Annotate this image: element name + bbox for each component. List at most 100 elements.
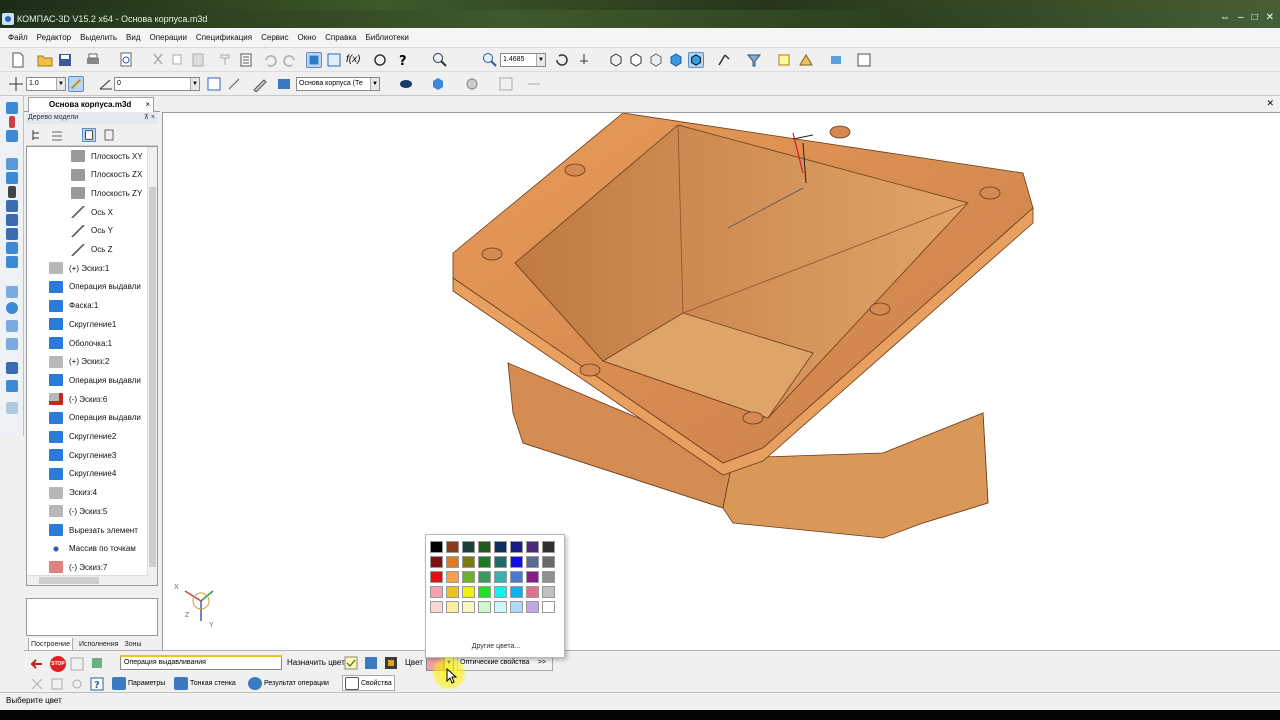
color-swatch-10[interactable] [462,556,475,568]
surface-body-icon[interactable] [398,76,414,92]
menu-window[interactable]: Окно [298,33,317,42]
extrude-tool-icon[interactable] [6,130,18,142]
color-swatch-22[interactable] [526,571,539,583]
color-swatch-21[interactable] [510,571,523,583]
color-swatch-25[interactable] [446,586,459,598]
chevron-down-icon[interactable]: ▼ [536,54,545,66]
pin-icon[interactable]: ⊼ × [144,112,155,124]
maximize-button[interactable]: □ [1252,12,1258,23]
tree-item[interactable]: Массив по точкам [49,540,136,558]
model-viewport[interactable]: X Z Y [162,112,1280,650]
color-swatch-2[interactable] [462,541,475,553]
color-swatch-24[interactable] [430,586,443,598]
measure-icon[interactable] [6,200,18,212]
tree-item[interactable]: Скругление3 [49,446,116,464]
tree-item[interactable]: Фаска:1 [49,297,98,315]
color-swatch-12[interactable] [494,556,507,568]
color-swatch-18[interactable] [462,571,475,583]
angle-field[interactable]: 0 ▼ [114,77,200,91]
menu-libraries[interactable]: Библиотеки [365,33,408,42]
tree-item[interactable]: Операция выдавли [49,371,141,389]
chevron-down-icon[interactable]: ▼ [190,78,199,90]
zoom-value-field[interactable]: 1.4685 ▼ [500,53,546,67]
grid-toggle-icon[interactable] [70,657,84,671]
tree-vertical-scrollbar[interactable] [147,147,157,585]
color-swatch-38[interactable] [526,601,539,613]
hidden-lines-icon[interactable] [628,52,644,68]
format-painter-icon[interactable] [218,52,234,68]
color-swatch-37[interactable] [510,601,523,613]
appearance-icon[interactable] [828,52,844,68]
variables-fx-icon[interactable]: f(x) [346,52,362,68]
filter-icon[interactable] [746,52,762,68]
thin-lines-icon[interactable] [648,52,664,68]
tree-item[interactable]: Плоскость ZY [71,184,142,202]
layer-state-icon[interactable] [276,76,292,92]
color-swatch-16[interactable] [430,571,443,583]
hands-icon[interactable] [90,656,104,670]
menu-specification[interactable]: Спецификация [196,33,252,42]
color-swatch-9[interactable] [446,556,459,568]
tree-item[interactable]: (+) Эскиз:2 [49,353,109,371]
angle-icon[interactable] [98,76,114,92]
tree-item[interactable]: Ось Z [71,241,113,259]
menu-file[interactable]: Файл [8,33,28,42]
tree-item[interactable]: Плоскость ZX [71,166,142,184]
tree-item[interactable]: Оболочка:1 [49,334,112,352]
grid-icon[interactable] [498,76,514,92]
snap-icon[interactable] [68,76,84,92]
tree-horizontal-scrollbar[interactable] [27,575,149,585]
open-folder-icon[interactable] [37,52,53,68]
print-icon[interactable] [85,52,101,68]
operation-name-field[interactable]: Операция выдавливания [120,655,282,670]
orientation-icon[interactable] [576,52,592,68]
spatial-curves-icon[interactable] [6,158,18,170]
menu-operations[interactable]: Операции [150,33,187,42]
perspective-icon[interactable] [798,52,814,68]
minimize-button[interactable]: ‒ [1238,12,1244,23]
color-swatch-30[interactable] [526,586,539,598]
new-document-icon[interactable] [10,52,26,68]
color-swatch-27[interactable] [478,586,491,598]
copy-icon[interactable] [170,52,186,68]
color-swatch-6[interactable] [526,541,539,553]
tab-parameters[interactable]: Параметры [112,675,165,691]
tree-item[interactable]: Эскиз:4 [49,484,97,502]
close-button[interactable]: ✕ [1266,12,1274,23]
assign-color-checkbox-icon[interactable] [344,656,358,670]
local-cs-icon[interactable] [206,76,222,92]
tree-item[interactable]: (-) Эскиз:5 [49,502,107,520]
tab-thin-wall[interactable]: Тонкая стенка [174,675,236,691]
tree-item[interactable]: (-) Эскиз:6 [49,390,107,408]
color-by-layer-icon[interactable] [384,656,398,670]
color-swatch-28[interactable] [494,586,507,598]
color-swatch-32[interactable] [430,601,443,613]
manager-icon[interactable] [326,52,342,68]
color-swatch-20[interactable] [494,571,507,583]
color-swatch-7[interactable] [542,541,555,553]
tree-item[interactable]: Ось X [71,203,113,221]
gear-icon[interactable] [6,302,18,314]
tree-structure-icon[interactable] [30,128,44,142]
curve-array-icon[interactable] [6,320,18,332]
menu-edit[interactable]: Редактор [37,33,71,42]
color-swatch-29[interactable] [510,586,523,598]
part-model-view[interactable]: X Z Y [163,112,1280,651]
step-cursor-icon[interactable] [8,76,24,92]
point-array-icon[interactable] [6,338,18,350]
table-icon[interactable] [6,362,18,374]
color-swatch-17[interactable] [446,571,459,583]
color-swatch-8[interactable] [430,556,443,568]
color-swatch-15[interactable] [542,556,555,568]
section-icon[interactable] [716,52,732,68]
surfaces-icon[interactable] [6,172,18,184]
color-swatch-33[interactable] [446,601,459,613]
menu-select[interactable]: Выделить [80,33,117,42]
sheet-body-icon[interactable] [6,256,18,268]
tab-properties[interactable]: Свойства [342,675,395,691]
settings-icon[interactable] [70,677,84,691]
help-pointer-icon[interactable]: ? [396,52,412,68]
color-swatch-1[interactable] [446,541,459,553]
scroll-thumb[interactable] [39,577,99,584]
parameters-icon[interactable] [372,52,388,68]
